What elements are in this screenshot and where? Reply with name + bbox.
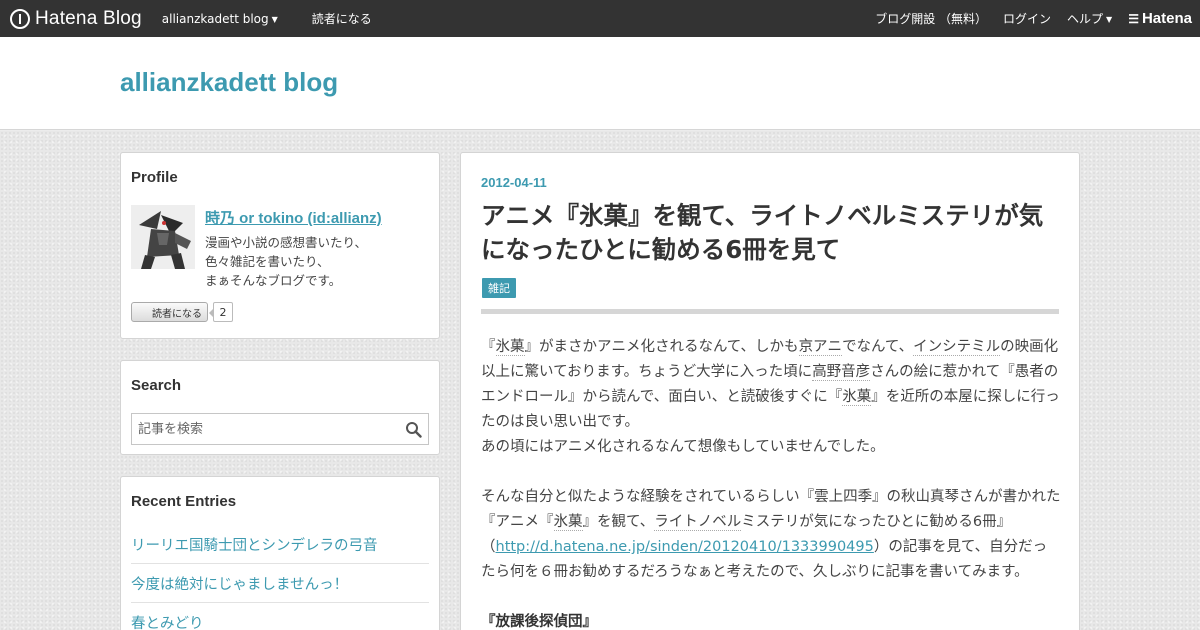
section-heading: 『放課後探偵団』 (481, 614, 597, 630)
hatena-brand-icon: ☰ (1128, 11, 1139, 26)
subscribe-button[interactable]: 読者になる (131, 302, 208, 322)
help-dropdown[interactable]: ヘルプ ▼ (1067, 10, 1112, 27)
category-tag[interactable]: 雑記 (482, 278, 516, 298)
keyword-link[interactable]: 京アニ (798, 339, 843, 356)
recent-entries-list: リーリエ国騎士団とシンデレラの弓音 今度は絶対にじゃましませんっ！ 春とみどり (131, 525, 429, 630)
text-run: 』を観て、 (582, 514, 655, 530)
text-run: あの頃にはアニメ化されるなんて想像もしていませんでした。 (481, 439, 885, 455)
recent-entry-link[interactable]: リーリエ国騎士団とシンデレラの弓音 (131, 525, 429, 564)
entry-article: 2012-04-11 アニメ『氷菓』を観て、ライトノベルミステリが気になったひと… (460, 152, 1080, 630)
recent-entries-title: Recent Entries (131, 493, 237, 510)
profile-desc-line: 漫画や小説の感想書いたり、 (205, 235, 368, 250)
subscriber-count-badge: 2 (209, 302, 233, 322)
global-header: Hatena Blog allianzkadett blog ▼ 読者になる ブロ… (0, 0, 1200, 37)
recent-entry-link[interactable]: 春とみどり (131, 603, 429, 630)
subscribe-link[interactable]: 読者になる (312, 10, 372, 27)
entry-date[interactable]: 2012-04-11 (481, 175, 547, 190)
hatena-logo-icon (10, 8, 30, 29)
search-input[interactable] (132, 414, 402, 444)
blog-header: allianzkadett blog (0, 37, 1200, 130)
blog-menu-label: allianzkadett blog (161, 11, 269, 26)
profile-title: Profile (131, 169, 178, 186)
hatena-brand-label: Hatena (1141, 10, 1192, 27)
blog-menu-dropdown[interactable]: allianzkadett blog ▼ (162, 12, 278, 26)
keyword-link[interactable]: 高野音彦 (812, 364, 871, 381)
blog-title[interactable]: allianzkadett blog (120, 67, 338, 98)
logo-text: Hatena Blog (35, 7, 142, 29)
search-field (131, 413, 429, 445)
entry-paragraph: そんな自分と似たような経験をされているらしい『雲上四季』の秋山真琴さんが書かれた… (481, 485, 1061, 585)
keyword-link[interactable]: 氷菓 (553, 514, 583, 531)
text-run: 『 (481, 339, 496, 355)
hatena-brand-link[interactable]: ☰ Hatena (1128, 10, 1192, 27)
search-icon[interactable] (405, 421, 422, 438)
robot-avatar-icon (131, 205, 195, 269)
header-right-menu: ブログ開設 （無料） ログイン ヘルプ ▼ ☰ Hatena (859, 10, 1192, 27)
keyword-link[interactable]: ライトノベル (654, 514, 742, 531)
external-link[interactable]: http://d.hatena.ne.jp/sinden/20120410/13… (496, 539, 874, 555)
caret-down-icon: ▼ (1106, 15, 1113, 24)
profile-name-link[interactable]: 時乃 or tokino (id:allianz) (205, 207, 382, 228)
caret-down-icon: ▼ (271, 14, 278, 24)
recent-entry-link[interactable]: 今度は絶対にじゃましませんっ！ (131, 564, 429, 603)
profile-module: Profile 時乃 or tokino (id:allianz) 漫画や小説の… (120, 152, 440, 339)
entry-title[interactable]: アニメ『氷菓』を観て、ライトノベルミステリが気になったひとに勧める6冊を見て (481, 199, 1061, 267)
recent-entries-module: Recent Entries リーリエ国騎士団とシンデレラの弓音 今度は絶対にじ… (120, 476, 440, 630)
search-title: Search (131, 377, 182, 394)
entry-paragraph: 『氷菓』がまさかアニメ化されるなんて、しかも京アニでなんて、インシテミルの映画化… (481, 335, 1061, 460)
profile-desc-line: 色々雑記を書いたり、 (205, 254, 330, 269)
avatar[interactable] (131, 205, 195, 269)
title-divider (481, 309, 1059, 314)
text-run: 』がまさかアニメ化されるなんて、しかも (524, 339, 799, 355)
text-run: でなんて、 (842, 339, 914, 355)
search-module: Search (120, 360, 440, 455)
hatena-blog-logo[interactable]: Hatena Blog (10, 8, 142, 30)
help-label: ヘルプ (1067, 12, 1104, 26)
login-link[interactable]: ログイン (1003, 10, 1051, 27)
profile-description: 漫画や小説の感想書いたり、 色々雑記を書いたり、 まぁそんなブログです。 (205, 233, 367, 290)
entry-body: 『氷菓』がまさかアニメ化されるなんて、しかも京アニでなんて、インシテミルの映画化… (481, 335, 1061, 630)
open-blog-link[interactable]: ブログ開設 （無料） (875, 10, 987, 27)
keyword-link[interactable]: 氷菓 (842, 389, 872, 406)
keyword-link[interactable]: 氷菓 (495, 339, 525, 356)
keyword-link[interactable]: インシテミル (913, 339, 1001, 356)
profile-desc-line: まぁそんなブログです。 (205, 273, 342, 288)
